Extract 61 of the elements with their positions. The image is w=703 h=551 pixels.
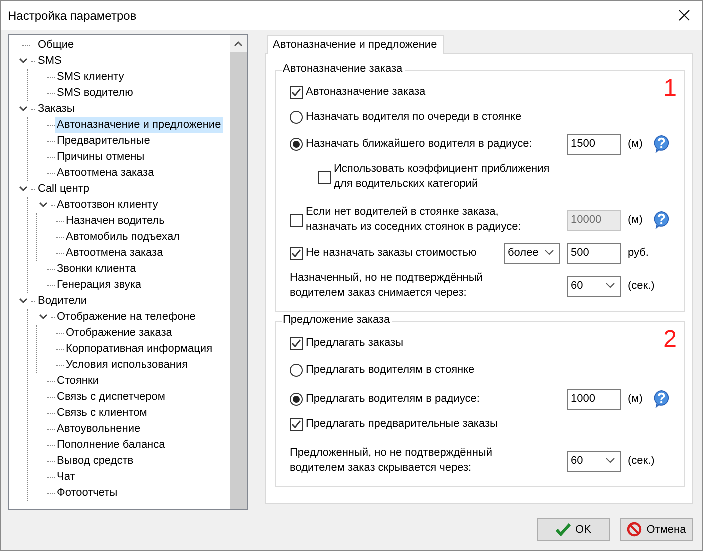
- tree-item[interactable]: SMS: [36, 53, 64, 69]
- option-label: Не назначать заказы стоимостью: [306, 246, 477, 260]
- tree-item[interactable]: Пополнение баланса: [55, 437, 168, 453]
- tab[interactable]: Автоназначение и предложение: [267, 35, 444, 54]
- group-title: Автоназначение заказа: [282, 63, 405, 75]
- unit-label: руб.: [628, 247, 649, 259]
- input-field[interactable]: 500: [567, 242, 621, 264]
- tree-item[interactable]: SMS водителю: [55, 85, 136, 101]
- tree-item[interactable]: Связь с диспетчером: [55, 389, 168, 405]
- tree-item[interactable]: Генерация звука: [55, 277, 144, 293]
- option-label: Предлагать предварительные заказы: [306, 416, 498, 432]
- setting-label: Назначенный, но не подтверждённый водителем заказ снимается через:: [290, 271, 483, 301]
- tree-item[interactable]: Стоянки: [55, 373, 101, 389]
- option-label: Автоназначение заказа: [306, 84, 426, 100]
- tree-item[interactable]: Вывод средств: [55, 453, 136, 469]
- group-title: Предложение заказа: [282, 314, 392, 326]
- unit-label: (сек.): [628, 455, 655, 467]
- dropdown[interactable]: 60: [567, 276, 621, 296]
- setting-label: Предложенный, но не подтверждённый водителем заказ скрывается через:: [290, 446, 492, 476]
- tree-item[interactable]: Причины отмены: [55, 149, 147, 165]
- option-label: Если нет водителей в стоянке заказа, назначать из соседних стоянок в радиусе:: [306, 205, 522, 235]
- tree-item[interactable]: SMS клиенту: [55, 69, 126, 85]
- unit-label: (м): [628, 393, 643, 405]
- input-field[interactable]: 1500: [567, 134, 621, 154]
- tree-item[interactable]: Автоувольнение: [55, 421, 143, 437]
- tree-item[interactable]: Предварительные: [55, 133, 152, 149]
- tree-item[interactable]: Связь с клиентом: [55, 405, 150, 421]
- unit-label: (м): [628, 138, 643, 150]
- tree-item[interactable]: Автоотзвон клиенту: [55, 197, 160, 213]
- option-label: Предлагать заказы: [306, 336, 404, 351]
- cancel-button[interactable]: Отмена: [620, 518, 693, 541]
- tree-item[interactable]: Общие: [36, 37, 76, 53]
- unit-label: (м): [628, 214, 643, 226]
- tree-item[interactable]: Фотоотчеты: [55, 485, 120, 501]
- section-number: 1: [664, 75, 677, 103]
- tree-item[interactable]: Водители: [36, 293, 90, 309]
- tree-item[interactable]: Автомобиль подъехал: [64, 229, 182, 245]
- tree-item[interactable]: Заказы: [36, 101, 77, 117]
- tree-item[interactable]: Чат: [55, 469, 78, 485]
- tree-item[interactable]: Условия использования: [64, 357, 190, 373]
- tree-item[interactable]: Назначен водитель: [64, 213, 167, 229]
- tree-item[interactable]: Автоотмена заказа: [55, 165, 156, 181]
- option-label: Назначать водителя по очереди в стоянке: [306, 110, 522, 125]
- ok-button[interactable]: OK: [537, 518, 610, 541]
- option-label: Использовать коэффициент приближения для водительских категорий: [334, 162, 550, 192]
- input-field[interactable]: 1000: [567, 388, 621, 410]
- tree-item[interactable]: Звонки клиента: [55, 261, 138, 277]
- option-label: Назначать ближайшего водителя в радиусе:: [306, 136, 532, 152]
- tree-item[interactable]: Call центр: [36, 181, 92, 197]
- tree-item[interactable]: Отображение на телефоне: [55, 309, 198, 325]
- option-label: Предлагать водителям в стоянке: [306, 362, 475, 378]
- tree-item[interactable]: Автоназначение и предложение: [55, 117, 224, 133]
- dropdown[interactable]: более: [504, 242, 560, 264]
- tree-item[interactable]: Автоотмена заказа: [64, 245, 166, 261]
- option-label: Предлагать водителям в радиусе:: [306, 392, 480, 406]
- unit-label: (сек.): [628, 280, 655, 292]
- window-title: Настройка параметров: [8, 8, 137, 22]
- section-number: 2: [664, 326, 677, 354]
- dropdown[interactable]: 60: [567, 450, 621, 472]
- tree-item[interactable]: Отображение заказа: [64, 325, 174, 341]
- tree-item[interactable]: Корпоративная информация: [64, 341, 215, 357]
